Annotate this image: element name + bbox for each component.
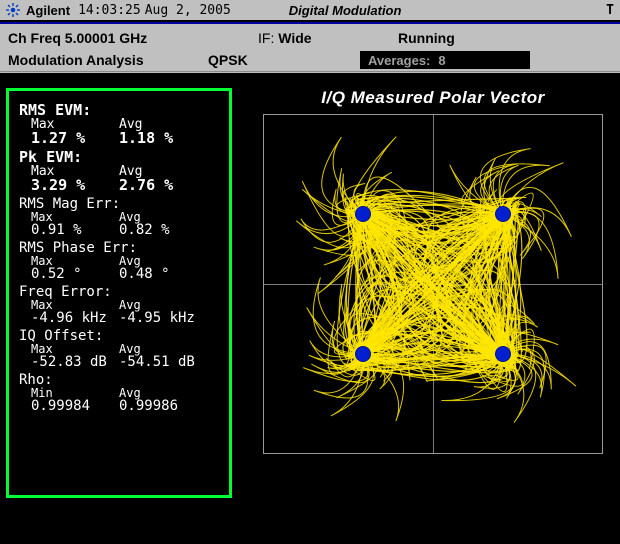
run-state: Running <box>390 30 463 46</box>
if-value: Wide <box>278 30 311 46</box>
stat-value: 1.27 % <box>31 131 119 146</box>
polar-plot-panel: I/Q Measured Polar Vector <box>252 88 614 538</box>
stat-title: RMS EVM: <box>19 103 219 118</box>
stat-title: IQ Offset: <box>19 329 219 343</box>
stat-value-row: 3.29 %2.76 % <box>31 178 219 193</box>
if-label: IF: <box>258 30 274 46</box>
title-bar: Agilent 14:03:25 Aug 2, 2005 Digital Mod… <box>0 0 620 22</box>
stat-title: Rho: <box>19 373 219 387</box>
measurement-mode: Digital Modulation <box>289 3 402 18</box>
stat-title: RMS Mag Err: <box>19 197 219 211</box>
stats-panel: RMS EVM:MaxAvg1.27 %1.18 %Pk EVM:MaxAvg3… <box>6 88 232 498</box>
stat-value-row: 1.27 %1.18 % <box>31 131 219 146</box>
constellation-point <box>496 347 510 361</box>
settings-bar: Ch Freq 5.00001 GHz IF: Wide Running Mod… <box>0 24 620 71</box>
stat-value: 3.29 % <box>31 178 119 193</box>
brand-label: Agilent <box>26 3 70 18</box>
stat-value-row: 0.91 %0.82 % <box>31 223 219 237</box>
stat-value: 0.99984 <box>31 399 119 413</box>
ch-freq-value: 5.00001 GHz <box>65 30 148 46</box>
stat-value: -4.95 kHz <box>119 311 207 325</box>
constellation-point <box>496 207 510 221</box>
stat-value: -54.51 dB <box>119 355 207 369</box>
plot-title: I/Q Measured Polar Vector <box>252 88 614 108</box>
plot-trajectory <box>264 115 602 453</box>
stat-value: 0.91 % <box>31 223 119 237</box>
averages-label: Averages: <box>368 53 430 68</box>
constellation-point <box>356 347 370 361</box>
stat-value-row: -4.96 kHz-4.95 kHz <box>31 311 219 325</box>
stat-value: 0.52 ° <box>31 267 119 281</box>
clock-time: 14:03:25 <box>78 3 141 18</box>
clock-date: Aug 2, 2005 <box>145 3 231 18</box>
stat-title: RMS Phase Err: <box>19 241 219 255</box>
main-area: RMS EVM:MaxAvg1.27 %1.18 %Pk EVM:MaxAvg3… <box>0 76 620 544</box>
stat-value-row: 0.999840.99986 <box>31 399 219 413</box>
stat-value: -52.83 dB <box>31 355 119 369</box>
stat-title: Freq Error: <box>19 285 219 299</box>
stat-value: 0.48 ° <box>119 267 207 281</box>
trigger-indicator: T <box>606 3 614 18</box>
agilent-logo-icon <box>6 3 20 17</box>
stat-value-row: 0.52 °0.48 ° <box>31 267 219 281</box>
stat-value-row: -52.83 dB-54.51 dB <box>31 355 219 369</box>
constellation-point <box>356 207 370 221</box>
polar-plot <box>263 114 603 454</box>
ch-freq-label: Ch Freq <box>8 30 61 46</box>
stat-value: 0.82 % <box>119 223 207 237</box>
stat-value: -4.96 kHz <box>31 311 119 325</box>
averages-value: 8 <box>438 53 445 68</box>
analysis-label: Modulation Analysis <box>0 52 200 68</box>
stat-value: 2.76 % <box>119 178 207 193</box>
stat-value: 1.18 % <box>119 131 207 146</box>
modulation-type: QPSK <box>200 52 340 68</box>
stat-value: 0.99986 <box>119 399 207 413</box>
averages-readout: Averages: 8 <box>360 51 530 69</box>
stat-title: Pk EVM: <box>19 150 219 165</box>
